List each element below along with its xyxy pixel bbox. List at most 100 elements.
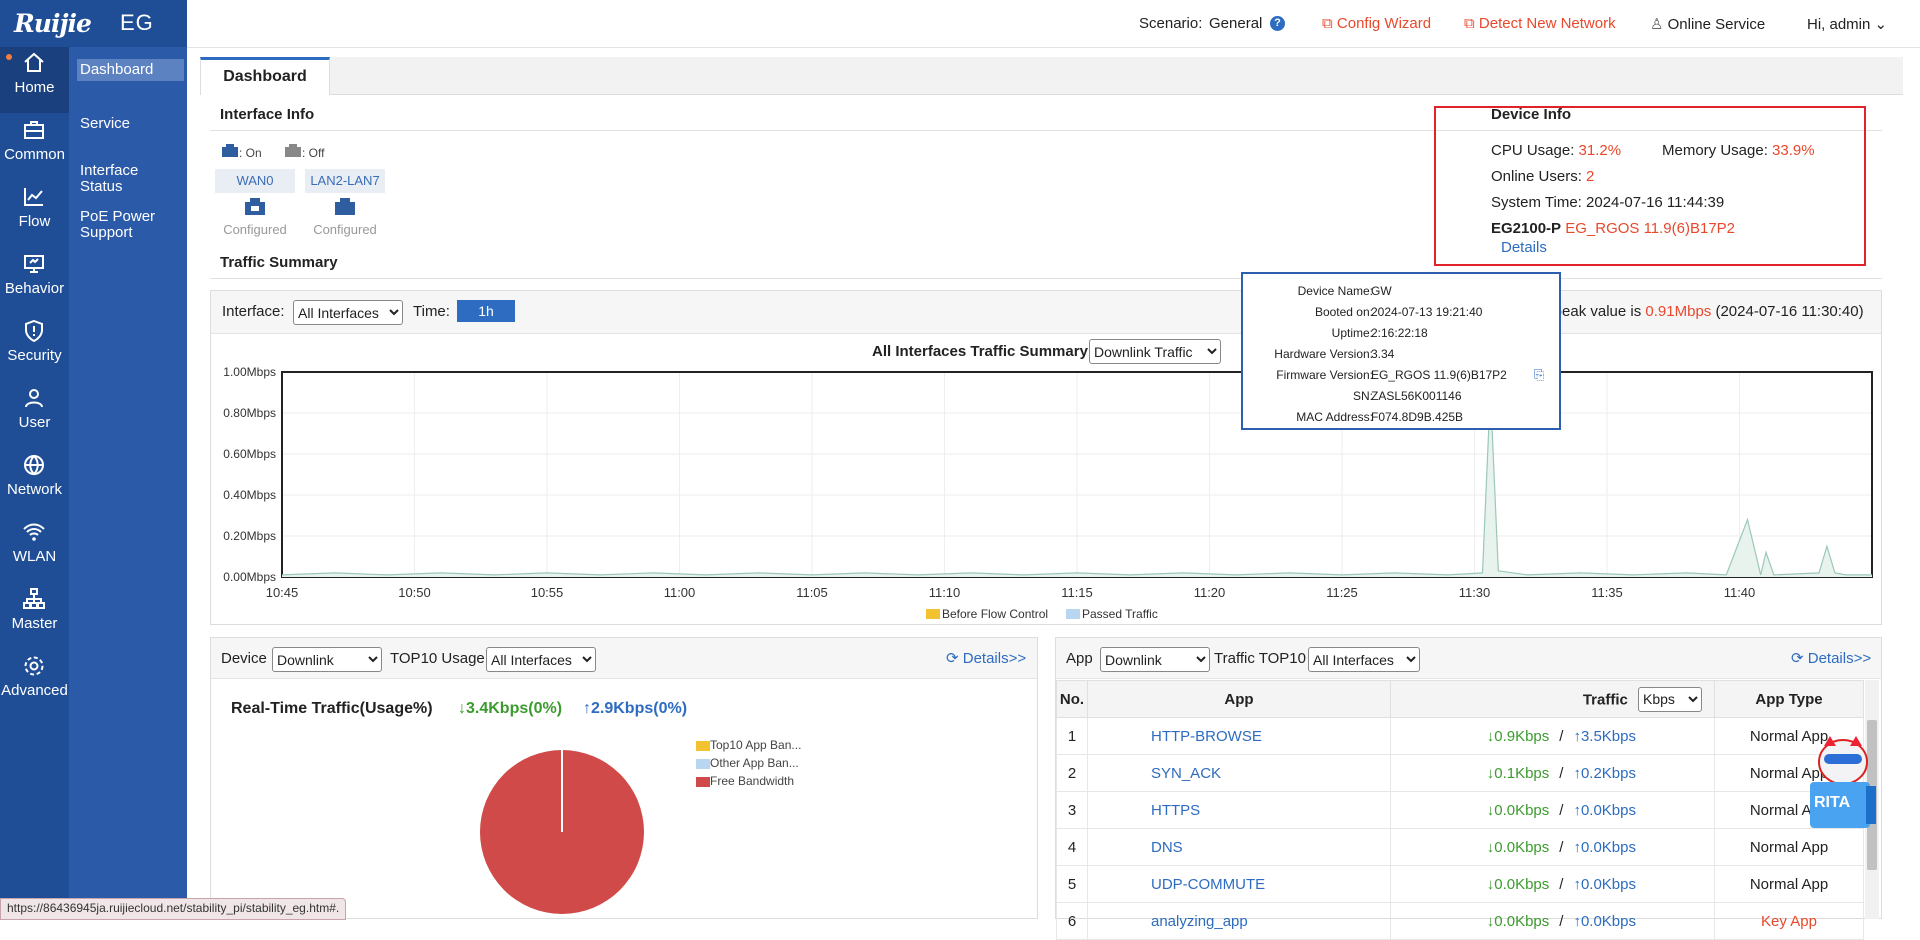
row-traffic-up: ↑0.0Kbps	[1573, 801, 1636, 819]
port-wan0[interactable]: WAN0	[215, 169, 295, 193]
row-traffic-up: ↑0.2Kbps	[1573, 764, 1636, 782]
robot-mascot-icon	[1810, 736, 1876, 828]
row-traffic: ↓0.0Kbps / ↑0.0Kbps	[1390, 902, 1715, 940]
popover-row: SN: ZASL56K001146	[1243, 389, 1559, 409]
traffic-top10-label: Traffic TOP10	[1214, 650, 1306, 667]
popover-row: Device Name: GW	[1243, 284, 1559, 304]
row-app-link[interactable]: HTTPS	[1087, 791, 1391, 829]
row-app-link[interactable]: HTTP-BROWSE	[1087, 717, 1391, 755]
row-traffic: ↓0.0Kbps / ↑0.0Kbps	[1390, 791, 1715, 829]
nav-master[interactable]: Master	[0, 583, 69, 649]
config-wizard-link[interactable]: ⧉ Config Wizard	[1322, 15, 1431, 32]
nav-flow[interactable]: Flow	[0, 181, 69, 247]
detect-new-network-link[interactable]: ⧉ Detect New Network	[1464, 15, 1616, 32]
row-no: 3	[1056, 791, 1088, 829]
nav-wlan[interactable]: WLAN	[0, 516, 69, 582]
device-direction-select[interactable]: Downlink	[272, 647, 382, 672]
nav-network[interactable]: Network	[0, 449, 69, 515]
row-traffic: ↓0.0Kbps / ↑0.0Kbps	[1390, 865, 1715, 903]
subnav-dashboard[interactable]: Dashboard	[77, 59, 184, 81]
interface-info-title: Interface Info	[220, 106, 315, 123]
traffic-chart: 10:45 10:50 10:55 11:00 11:05 11:10 11:15 11:20…	[223, 365, 1873, 621]
subnav-poe-power-support[interactable]: PoE Power Support	[77, 206, 184, 244]
device-details-popover: Device Name: GW Booted on: 2024-07-13 19:21…	[1241, 272, 1561, 430]
row-no: 5	[1056, 865, 1088, 903]
line-chart-icon	[22, 185, 46, 209]
row-app-type: Normal App	[1714, 865, 1864, 903]
time-range-button[interactable]: 1h	[457, 300, 515, 322]
popover-row: MAC Address: F074.8D9B.425B	[1243, 410, 1559, 430]
row-app-link[interactable]: UDP-COMMUTE	[1087, 865, 1391, 903]
memory-usage-value: 33.9%	[1772, 142, 1815, 159]
port-lan2-lan7[interactable]: LAN2-LAN7	[305, 169, 385, 193]
column-no: No.	[1056, 680, 1088, 718]
app-interface-select[interactable]: All Interfaces	[1308, 647, 1420, 672]
ruijie-logo: Ruijie	[14, 9, 92, 38]
nav-behavior[interactable]: Behavior	[0, 248, 69, 314]
system-time: System Time: 2024-07-16 11:44:39	[1491, 194, 1725, 211]
y-tick-label: 0.80Mbps	[223, 406, 276, 420]
popover-value: 2024-07-13 19:21:40	[1371, 305, 1483, 319]
device-details-link-2[interactable]: ⟳ Details>>	[946, 649, 1026, 667]
scenario-value: General	[1209, 15, 1263, 32]
refresh-icon: ⟳	[946, 650, 959, 667]
popover-row: Booted on: 2024-07-13 19:21:40	[1243, 305, 1559, 325]
home-icon	[22, 51, 46, 75]
x-tick-label: 11:15	[1061, 585, 1093, 600]
product-name: EG	[120, 10, 154, 35]
scenario-label: Scenario:	[1139, 15, 1203, 32]
copy-icon[interactable]: ⎘	[1534, 367, 1544, 383]
y-tick-label: 0.40Mbps	[223, 488, 276, 502]
row-traffic: ↓0.9Kbps / ↑3.5Kbps	[1390, 717, 1715, 755]
unit-select[interactable]: Kbps	[1638, 686, 1702, 712]
system-time-value: 2024-07-16 11:44:39	[1586, 194, 1725, 211]
popover-value: EG_RGOS 11.9(6)B17P2	[1371, 368, 1507, 382]
port-wan0-icon	[244, 198, 266, 220]
popover-key: Hardware Version:	[1274, 347, 1373, 361]
realtime-traffic-title: Real-Time Traffic(Usage%)	[231, 700, 433, 717]
row-traffic-up: ↑0.0Kbps	[1573, 912, 1636, 930]
online-service-link[interactable]: ♙ Online Service	[1650, 15, 1765, 33]
popover-key: Firmware Version:	[1276, 368, 1373, 382]
realtime-down: ↓3.4Kbps(0%)	[458, 700, 563, 717]
tab-dashboard[interactable]: Dashboard	[200, 57, 330, 95]
table-row: 6 analyzing_app ↓0.0Kbps / ↑0.0Kbps Key App	[1056, 902, 1864, 940]
row-app-link[interactable]: SYN_ACK	[1087, 754, 1391, 792]
legend-top10-app: Top10 App Ban...	[696, 736, 801, 754]
top-bar: Scenario: General ? ⧉ Config Wizard ⧉ De…	[187, 0, 1920, 48]
table-row: 1 HTTP-BROWSE ↓0.9Kbps / ↑3.5Kbps Normal App	[1056, 717, 1864, 755]
nav-common[interactable]: Common	[0, 114, 69, 180]
device-info-title: Device Info	[1491, 106, 1572, 123]
globe-icon	[22, 453, 46, 477]
x-tick-label: 11:25	[1326, 585, 1358, 600]
interface-select[interactable]: All Interfaces	[293, 300, 403, 325]
rita-assistant[interactable]: RITA	[1810, 722, 1876, 832]
port-lan-icon	[334, 198, 356, 220]
popover-value: ZASL56K001146	[1371, 389, 1462, 403]
table-row: 5 UDP-COMMUTE ↓0.0Kbps / ↑0.0Kbps Normal App	[1056, 865, 1864, 903]
device-interface-select[interactable]: All Interfaces	[486, 647, 596, 672]
nav-label: Flow	[18, 213, 51, 230]
nav-user[interactable]: User	[0, 382, 69, 448]
column-traffic: Traffic Kbps	[1390, 680, 1715, 718]
rita-label: RITA	[1814, 794, 1851, 811]
port-lan-status: Configured	[313, 222, 377, 237]
nav-label: User	[18, 414, 51, 431]
nav-home[interactable]: Home	[0, 47, 69, 113]
x-tick-label: 11:40	[1724, 585, 1756, 600]
nav-advanced[interactable]: Advanced	[0, 650, 69, 716]
nav-security[interactable]: Security	[0, 315, 69, 381]
subnav-service[interactable]: Service	[77, 113, 184, 135]
app-details-link[interactable]: ⟳ Details>>	[1791, 649, 1871, 667]
subnav-interface-status[interactable]: Interface Status	[77, 160, 184, 198]
popover-key: Uptime:	[1331, 326, 1373, 340]
row-app-link[interactable]: DNS	[1087, 828, 1391, 866]
app-direction-select[interactable]: Downlink	[1100, 647, 1210, 672]
x-tick-label: 11:00	[664, 585, 696, 600]
user-menu[interactable]: Hi, admin ⌄	[1807, 15, 1887, 33]
popover-value: 3.34	[1371, 347, 1395, 361]
device-details-link[interactable]: Details	[1501, 239, 1547, 256]
time-label: Time:	[413, 303, 450, 320]
help-icon[interactable]: ?	[1270, 16, 1285, 31]
row-app-link[interactable]: analyzing_app	[1087, 902, 1391, 940]
